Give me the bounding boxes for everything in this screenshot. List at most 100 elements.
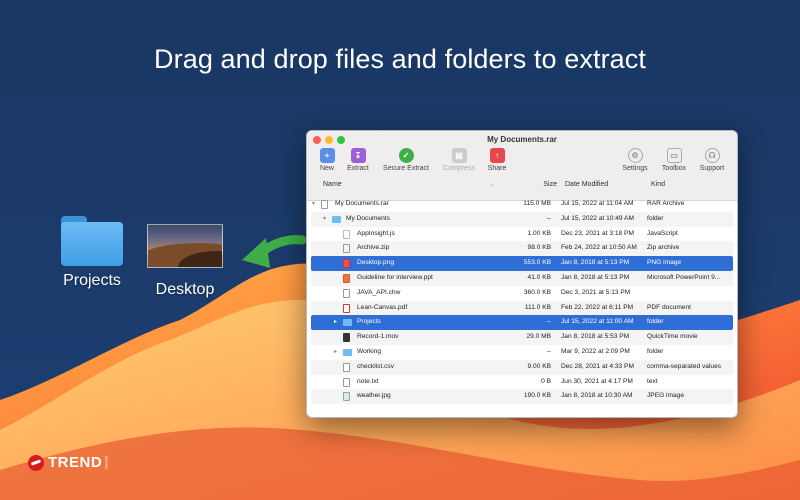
- doc-file-icon: [343, 288, 350, 298]
- file-name: weather.jpg: [357, 392, 391, 400]
- trend-ball-icon: [28, 454, 44, 471]
- table-row[interactable]: ▾ My Documents -- Jul 15, 2022 at 10:49 AM f…: [311, 211, 733, 227]
- toolbox-icon: ▭: [666, 148, 682, 163]
- file-date: Jul 15, 2022 at 10:49 AM: [561, 214, 634, 222]
- file-name: Guideline for interview.ppt: [357, 273, 433, 281]
- extract-button[interactable]: ↧ Extract: [345, 148, 371, 172]
- file-size: 111.0 KB: [524, 303, 551, 311]
- file-kind: folder: [647, 318, 664, 326]
- file-kind: folder: [647, 214, 664, 222]
- desktop-item-label: Desktop: [155, 281, 215, 298]
- table-row[interactable]: checklist.csv 9.00 KB Dec 28, 2021 at 4:33…: [311, 359, 733, 375]
- file-list: ▾ My Documents.rar 115.0 MB Jul 15, 2022 at…: [307, 197, 737, 405]
- file-name: AppInsight.js: [357, 229, 395, 237]
- image-thumbnail: [147, 224, 223, 268]
- disclosure-closed-icon[interactable]: ▸: [334, 348, 337, 355]
- column-header-name[interactable]: Name: [323, 181, 342, 188]
- table-row[interactable]: Record-1.mov 29.0 MB Jan 8, 2018 at 5:53 P…: [311, 330, 733, 345]
- table-row[interactable]: AppInsight.js 1.00 KB Dec 23, 2021 at 3:18…: [311, 227, 733, 242]
- table-row[interactable]: ▸ Working -- Mar 9, 2022 at 2:09 PM folder: [311, 345, 733, 360]
- new-icon: +: [319, 148, 335, 163]
- disclosure-open-icon[interactable]: ▾: [312, 200, 315, 207]
- file-name: Working: [357, 347, 382, 355]
- disclosure-open-icon[interactable]: ▾: [323, 215, 326, 222]
- toolbox-button-label: Toolbox: [661, 165, 687, 172]
- file-date: Dec 23, 2021 at 3:18 PM: [561, 229, 634, 237]
- settings-button[interactable]: ⚙ Settings: [619, 148, 651, 172]
- folder-icon: [343, 348, 352, 356]
- secure-extract-button-label: Secure Extract: [383, 165, 429, 172]
- file-size: 9.00 KB: [527, 362, 551, 370]
- file-size: --: [546, 318, 551, 326]
- toolbox-button[interactable]: ▭ Toolbox: [659, 148, 689, 172]
- new-button-label: New: [319, 165, 334, 172]
- table-row[interactable]: ▸ Projects -- Jul 15, 2022 at 11:00 AM folde…: [311, 315, 733, 331]
- file-date: Jan 8, 2018 at 5:53 PM: [561, 333, 630, 341]
- mov-file-icon: [343, 333, 350, 343]
- file-date: Mar 9, 2022 at 2:09 PM: [561, 347, 630, 355]
- file-kind: PDF document: [647, 303, 691, 311]
- column-header-kind[interactable]: Kind: [651, 181, 665, 188]
- support-button[interactable]: ☊ Support: [697, 148, 727, 172]
- doc-file-icon: [343, 362, 350, 372]
- jpg-file-icon: [343, 392, 350, 402]
- table-row[interactable]: JAVA_API.chw 360.0 KB Dec 3, 2021 at 5:13 …: [311, 286, 733, 301]
- table-row[interactable]: weather.jpg 190.0 KB Jan 8, 2018 at 10:30 …: [311, 389, 733, 405]
- desktop-item-label: Projects: [63, 272, 121, 289]
- table-row[interactable]: Lean-Canvas.pdf 111.0 KB Feb 22, 2022 at 6…: [311, 300, 733, 316]
- settings-button-label: Settings: [622, 165, 648, 172]
- file-date: Dec 28, 2021 at 4:33 PM: [561, 362, 634, 370]
- table-row[interactable]: Desktop.png 553.0 KB Jan 8, 2018 at 5:13 P…: [311, 256, 733, 271]
- desktop-item-projects[interactable]: Projects: [60, 216, 124, 290]
- column-headers: Name ⌄ Size Date Modified Kind: [307, 179, 737, 193]
- compress-button[interactable]: ▤ Compress: [441, 148, 477, 172]
- file-size: 29.0 MB: [526, 333, 551, 341]
- secure-extract-button[interactable]: ✓ Secure Extract: [381, 148, 431, 172]
- extract-icon: ↧: [350, 148, 366, 163]
- chevron-down-icon[interactable]: ⌄: [489, 181, 494, 188]
- desktop-item-desktop[interactable]: Desktop: [146, 224, 224, 299]
- compress-icon: ▤: [451, 148, 467, 163]
- file-name: Record-1.mov: [357, 333, 399, 341]
- table-row[interactable]: note.txt 0 B Jun 30, 2021 at 4:17 PM text: [311, 375, 733, 390]
- doc-file-icon: [343, 377, 350, 387]
- toolbar: + New ↧ Extract ✓ Secure Extract ▤ Compr…: [307, 148, 737, 178]
- file-name: Projects: [357, 318, 381, 326]
- file-size: --: [546, 347, 551, 355]
- file-name: Archive.zip: [357, 244, 390, 252]
- file-kind: QuickTime movie: [647, 333, 698, 341]
- share-button-label: Share: [487, 165, 507, 172]
- column-header-date[interactable]: Date Modified: [565, 181, 608, 188]
- rar-file-icon: [321, 200, 328, 209]
- share-button[interactable]: ↑ Share: [485, 148, 509, 172]
- table-row[interactable]: Archive.zip 98.0 KB Feb 24, 2022 at 10:50 …: [311, 241, 733, 257]
- file-size: 115.0 MB: [523, 200, 551, 207]
- file-kind: RAR Archive: [647, 200, 685, 207]
- app-window: My Documents.rar + New ↧ Extract ✓ Secur…: [306, 130, 738, 418]
- shield-icon: ✓: [398, 148, 414, 163]
- table-row[interactable]: ▾ My Documents.rar 115.0 MB Jul 15, 2022 at…: [311, 197, 733, 212]
- file-name: JAVA_API.chw: [357, 288, 401, 296]
- column-header-size[interactable]: Size: [527, 181, 557, 188]
- logo-micro: MICRO: [104, 455, 110, 470]
- disclosure-closed-icon[interactable]: ▸: [334, 318, 337, 325]
- file-size: 360.0 KB: [523, 288, 551, 296]
- file-size: 98.0 KB: [527, 244, 551, 252]
- file-size: --: [546, 214, 551, 222]
- ppt-file-icon: [343, 273, 350, 283]
- folder-icon: [332, 215, 341, 223]
- js-file-icon: [343, 229, 350, 239]
- file-name: checklist.csv: [357, 362, 395, 370]
- file-date: Feb 24, 2022 at 10:50 AM: [561, 244, 637, 252]
- file-date: Jan 8, 2018 at 10:30 AM: [561, 392, 633, 400]
- file-kind: PNG image: [647, 259, 682, 267]
- support-icon: ☊: [704, 148, 720, 163]
- file-size: 0 B: [541, 377, 551, 385]
- new-button[interactable]: + New: [317, 148, 337, 172]
- logo-wordmark: TREND: [48, 454, 103, 471]
- file-date: Jul 15, 2022 at 11:00 AM: [561, 318, 634, 326]
- table-row[interactable]: Guideline for interview.ppt 41.0 KB Jan 8,…: [311, 270, 733, 286]
- file-kind: folder: [647, 347, 664, 355]
- gear-icon: ⚙: [627, 148, 643, 163]
- compress-button-label: Compress: [443, 165, 475, 172]
